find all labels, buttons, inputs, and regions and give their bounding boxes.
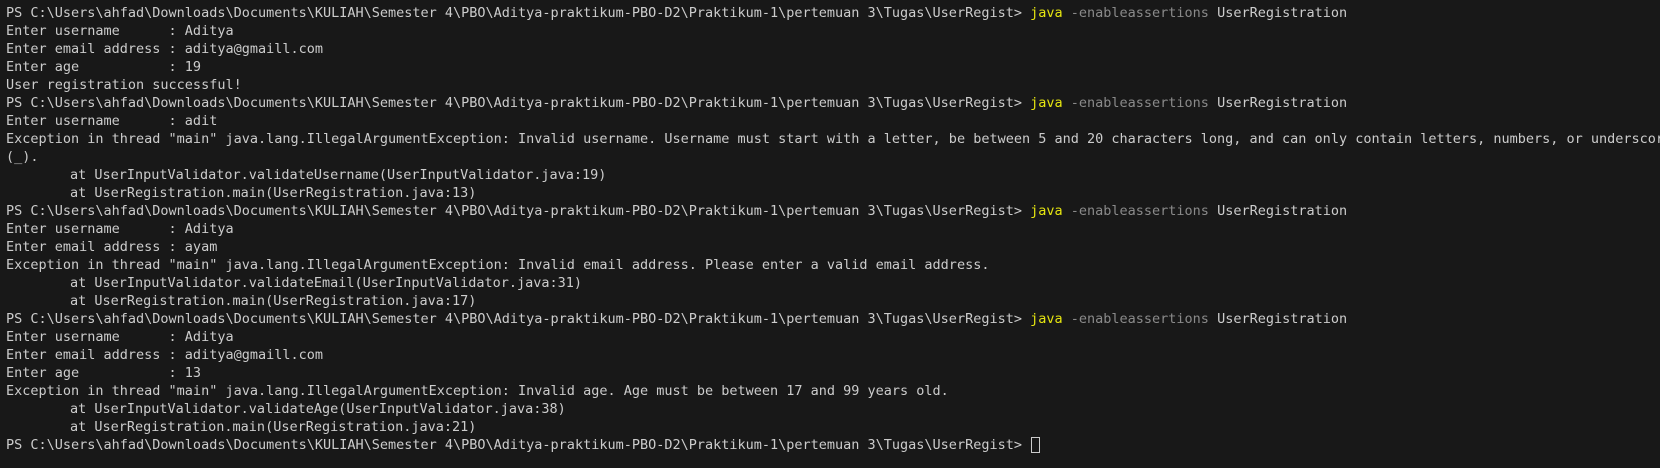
output-line: Enter username : Aditya: [6, 23, 234, 39]
prompt-path: PS C:\Users\ahfad\Downloads\Documents\KU…: [6, 203, 1031, 219]
prompt-path: PS C:\Users\ahfad\Downloads\Documents\KU…: [6, 311, 1031, 327]
command-arg: UserRegistration: [1217, 5, 1348, 21]
output-line: Enter email address : ayam: [6, 239, 218, 255]
output-line: Enter username : Aditya: [6, 221, 234, 237]
output-line: User registration successful!: [6, 77, 242, 93]
command-flag: -enableassertions: [1070, 95, 1209, 111]
exception-line: Exception in thread "main" java.lang.Ill…: [6, 257, 990, 273]
stack-trace-line: at UserInputValidator.validateUsername(U…: [70, 167, 607, 183]
command-java: java: [1030, 203, 1063, 219]
prompt-path: PS C:\Users\ahfad\Downloads\Documents\KU…: [6, 95, 1031, 111]
stack-trace-line: at UserRegistration.main(UserRegistratio…: [70, 293, 477, 309]
output-line: Enter age : 13: [6, 365, 202, 381]
prompt-path: PS C:\Users\ahfad\Downloads\Documents\KU…: [6, 5, 1031, 21]
command-flag: -enableassertions: [1070, 203, 1209, 219]
prompt-line: PS C:\Users\ahfad\Downloads\Documents\KU…: [6, 202, 1660, 220]
command-arg: UserRegistration: [1217, 311, 1348, 327]
prompt-path: PS C:\Users\ahfad\Downloads\Documents\KU…: [6, 437, 1031, 453]
terminal-window[interactable]: PS C:\Users\ahfad\Downloads\Documents\KU…: [0, 0, 1660, 468]
output-line: Enter username : Aditya: [6, 329, 234, 345]
prompt-line: PS C:\Users\ahfad\Downloads\Documents\KU…: [6, 4, 1660, 22]
command-flag: -enableassertions: [1070, 5, 1209, 21]
command-flag: -enableassertions: [1070, 311, 1209, 327]
output-line: Enter email address : aditya@gmaill.com: [6, 347, 323, 363]
stack-trace-line: at UserRegistration.main(UserRegistratio…: [70, 419, 477, 435]
output-line: Enter email address : aditya@gmaill.com: [6, 41, 323, 57]
cursor-block-icon[interactable]: [1031, 437, 1041, 453]
stack-trace-line: at UserInputValidator.validateAge(UserIn…: [70, 401, 566, 417]
command-java: java: [1030, 95, 1063, 111]
prompt-line: PS C:\Users\ahfad\Downloads\Documents\KU…: [6, 310, 1660, 328]
exception-line: (_).: [6, 149, 39, 165]
exception-line: Exception in thread "main" java.lang.Ill…: [6, 131, 1660, 147]
command-java: java: [1030, 311, 1063, 327]
stack-trace-line: at UserRegistration.main(UserRegistratio…: [70, 185, 477, 201]
command-java: java: [1030, 5, 1063, 21]
prompt-line: PS C:\Users\ahfad\Downloads\Documents\KU…: [6, 94, 1660, 112]
output-line: Enter username : adit: [6, 113, 218, 129]
output-line: Enter age : 19: [6, 59, 202, 75]
prompt-line-current[interactable]: PS C:\Users\ahfad\Downloads\Documents\KU…: [6, 436, 1660, 454]
command-arg: UserRegistration: [1217, 95, 1348, 111]
command-arg: UserRegistration: [1217, 203, 1348, 219]
exception-line: Exception in thread "main" java.lang.Ill…: [6, 383, 949, 399]
stack-trace-line: at UserInputValidator.validateEmail(User…: [70, 275, 583, 291]
